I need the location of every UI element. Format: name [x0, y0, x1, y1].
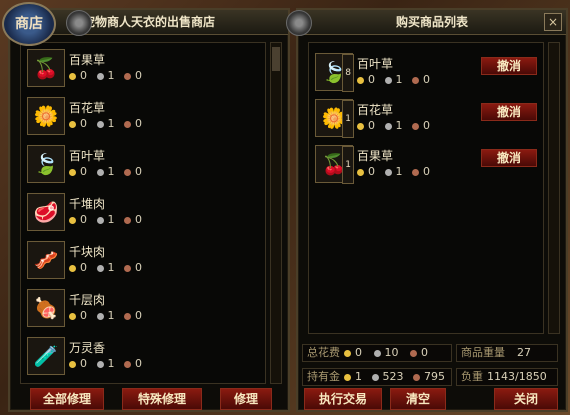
- item-name: 千块肉: [69, 245, 106, 259]
- cancel-button[interactable]: 撤消: [481, 103, 537, 121]
- leaf-herb-icon: 🍃 8: [315, 53, 354, 92]
- item-price: 0 1 0: [69, 309, 148, 322]
- scroll-thumb[interactable]: [272, 47, 280, 71]
- buy-list-panel: 购买商品列表 × 🍃 8 百叶草 0 1 0 撤消 🌼 1 百花草 0 1 0 撤消…: [286, 8, 568, 412]
- meat-slab-icon: 🥩: [27, 193, 65, 231]
- item-name: 万灵香: [69, 341, 106, 355]
- gold-coin-icon: [69, 72, 76, 80]
- meat-chunk-icon: 🥓: [27, 241, 65, 279]
- list-item[interactable]: 🍖 千层肉 0 1 0: [25, 285, 261, 331]
- item-name: 千层肉: [69, 293, 106, 307]
- close-icon[interactable]: ×: [544, 13, 562, 31]
- incense-bottle-icon: 🧪: [27, 337, 65, 375]
- list-item[interactable]: 🍒 百果草 0 1 0: [25, 45, 261, 91]
- copper-coin-icon: [124, 72, 131, 80]
- goods-weight-field: 商品重量 27: [456, 344, 558, 362]
- list-item[interactable]: 🍃 百叶草 0 1 0: [25, 141, 261, 187]
- held-money-field: 持有金 1 523 795: [302, 368, 452, 386]
- item-price: 0 1 0: [69, 213, 148, 226]
- item-price: 0 1 0: [69, 117, 148, 130]
- item-price: 0 1 0: [357, 73, 436, 86]
- meat-layer-icon: 🍖: [27, 289, 65, 327]
- flower-herb-icon: 🌼 1: [315, 99, 354, 138]
- sell-item-list: 🍒 百果草 0 1 0 🌼 百花草 0 1 0 🍃 百叶草 0 1 0 🥩 千堆…: [20, 42, 266, 384]
- item-price: 0 1 0: [69, 165, 148, 178]
- item-price: 0 1 0: [69, 357, 148, 370]
- item-price: 0 1 0: [69, 69, 148, 82]
- item-count: 1: [342, 100, 354, 138]
- item-name: 百花草: [69, 101, 106, 115]
- list-item[interactable]: 🥩 千堆肉 0 1 0: [25, 189, 261, 235]
- item-name: 百叶草: [357, 57, 394, 71]
- item-name: 千堆肉: [69, 197, 106, 211]
- item-name: 百叶草: [69, 149, 106, 163]
- flower-herb-icon: 🌼: [27, 97, 65, 135]
- list-item[interactable]: 🌼 百花草 0 1 0: [25, 93, 261, 139]
- title-knob-icon: [66, 10, 92, 36]
- repair-all-button[interactable]: 全部修理: [30, 388, 104, 410]
- execute-trade-button[interactable]: 执行交易: [304, 388, 382, 410]
- fruit-herb-icon: 🍒: [27, 49, 65, 87]
- close-button[interactable]: 关闭: [494, 388, 558, 410]
- item-price: 0 1 0: [357, 119, 436, 132]
- special-repair-button[interactable]: 特殊修理: [122, 388, 202, 410]
- shop-logo: 商店: [2, 2, 56, 46]
- item-name: 百果草: [357, 149, 394, 163]
- item-name: 百果草: [69, 53, 106, 67]
- buy-list-scrollbar[interactable]: [548, 42, 560, 334]
- list-item[interactable]: 🥓 千块肉 0 1 0: [25, 237, 261, 283]
- silver-coin-icon: [96, 72, 104, 80]
- title-knob-icon: [286, 10, 312, 36]
- list-item[interactable]: 🧪 万灵香 0 1 0: [25, 333, 261, 379]
- shop-sell-panel: 宠物商人天衣的出售商店 🍒 百果草 0 1 0 🌼 百花草 0 1 0 🍃 百叶…: [8, 8, 290, 412]
- cancel-button[interactable]: 撤消: [481, 57, 537, 75]
- load-weight-field: 负重 1143/1850: [456, 368, 558, 386]
- item-price: 0 1 0: [69, 261, 148, 274]
- item-name: 百花草: [357, 103, 394, 117]
- list-item[interactable]: 🍒 1 百果草 0 1 0 撤消: [313, 141, 539, 187]
- item-price: 0 1 0: [357, 165, 436, 178]
- total-cost-field: 总花费 0 10 0: [302, 344, 452, 362]
- cancel-button[interactable]: 撤消: [481, 149, 537, 167]
- repair-button[interactable]: 修理: [220, 388, 272, 410]
- sell-list-scrollbar[interactable]: [270, 42, 282, 384]
- buy-panel-title: 购买商品列表: [298, 10, 566, 35]
- clear-button[interactable]: 清空: [390, 388, 446, 410]
- item-count: 1: [342, 146, 354, 184]
- leaf-herb-icon: 🍃: [27, 145, 65, 183]
- buy-item-list: 🍃 8 百叶草 0 1 0 撤消 🌼 1 百花草 0 1 0 撤消 🍒 1 百果草 0: [308, 42, 544, 334]
- list-item[interactable]: 🌼 1 百花草 0 1 0 撤消: [313, 95, 539, 141]
- fruit-herb-icon: 🍒 1: [315, 145, 354, 184]
- item-count: 8: [342, 54, 354, 92]
- list-item[interactable]: 🍃 8 百叶草 0 1 0 撤消: [313, 49, 539, 95]
